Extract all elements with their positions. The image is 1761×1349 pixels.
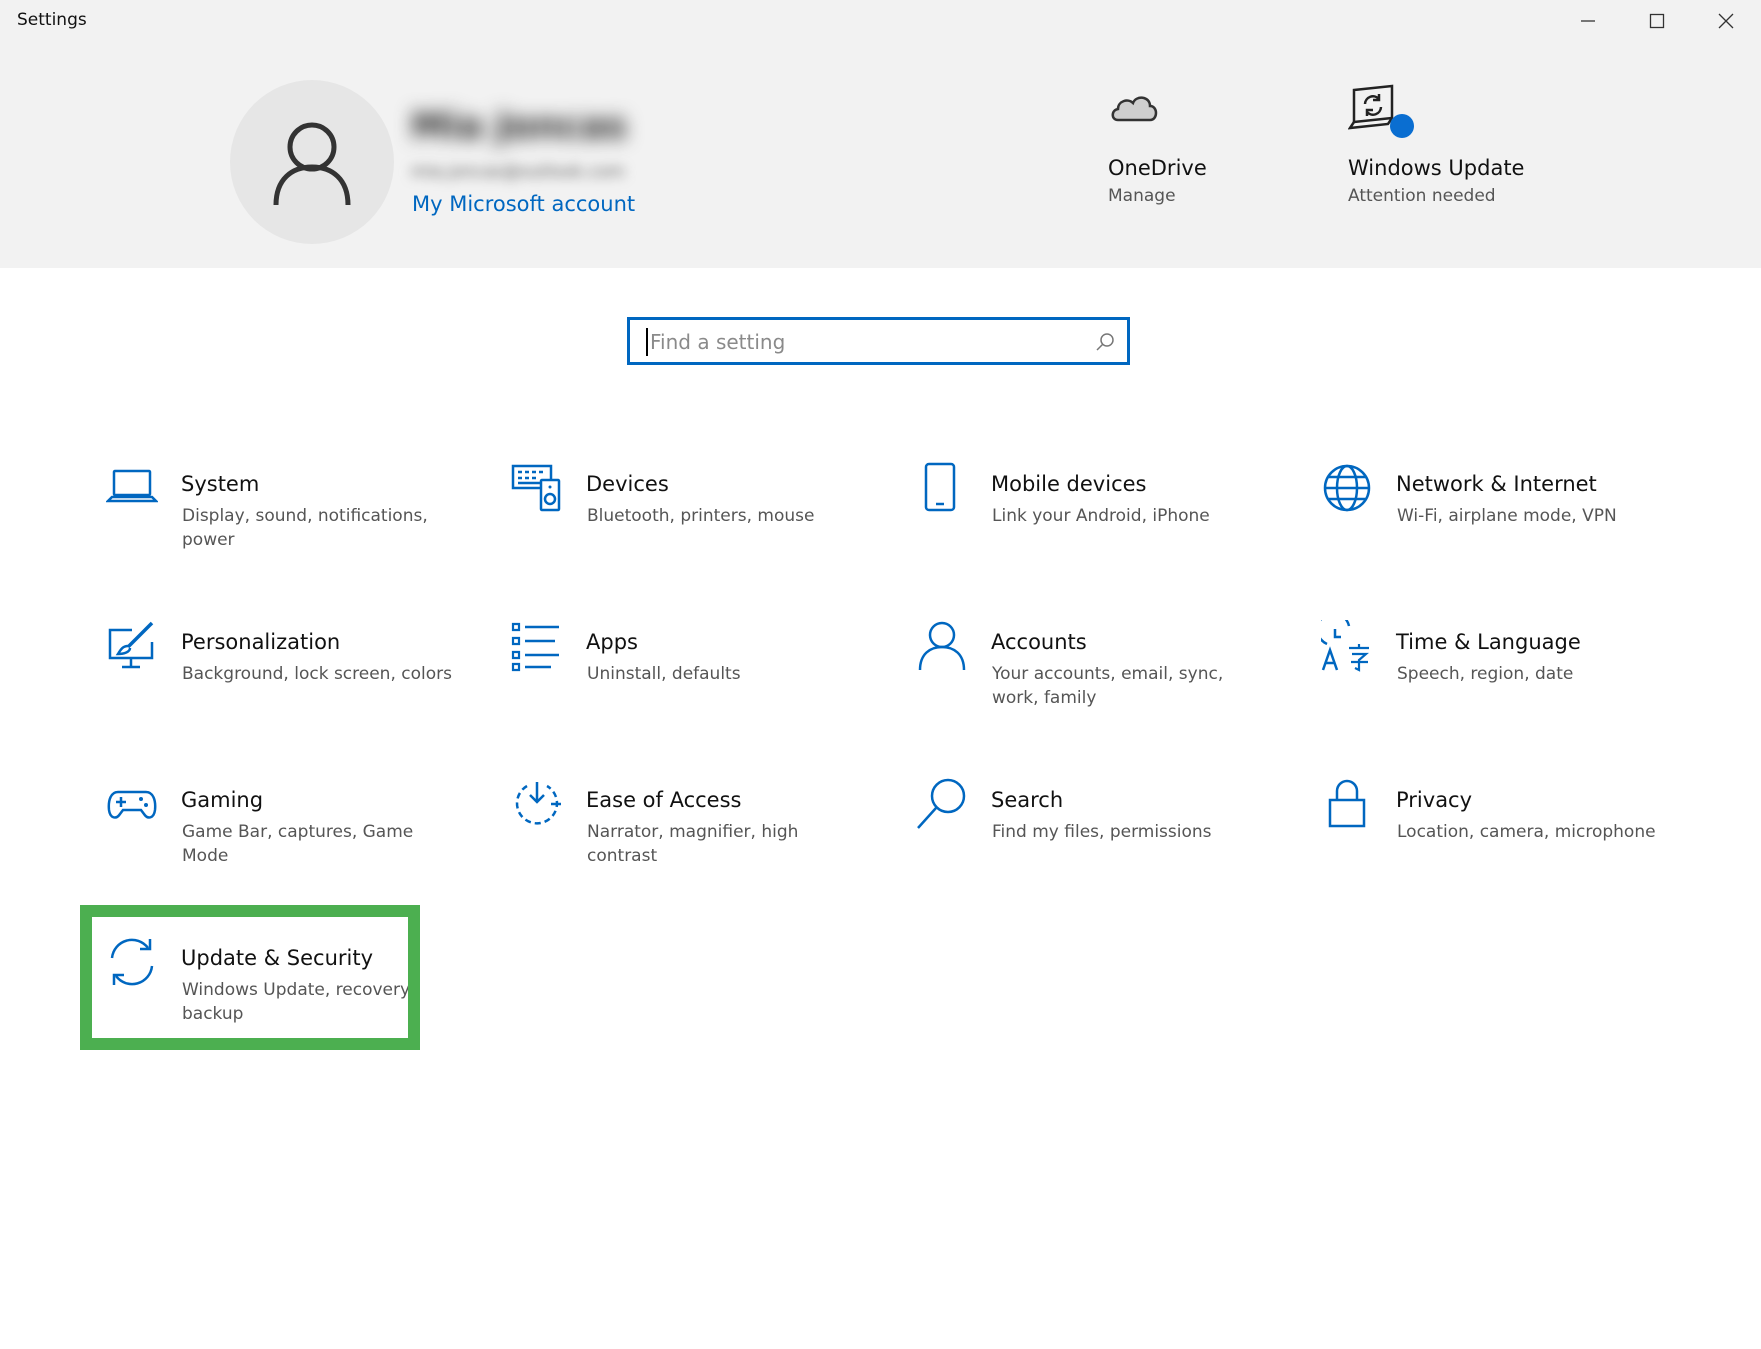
tile-time-language[interactable]: Time & Language Speech, region, date (1316, 612, 1681, 740)
minimize-button[interactable] (1555, 0, 1621, 42)
globe-icon (1321, 462, 1373, 514)
tile-title: Apps (586, 630, 638, 654)
tile-description: Bluetooth, printers, mouse (587, 506, 815, 526)
person-icon (916, 620, 968, 672)
tile-description: Your accounts, email, sync, work, family (992, 664, 1224, 708)
time-language-icon (1316, 612, 1373, 672)
tile-gaming[interactable]: Gaming Game Bar, captures, Game Mode (106, 778, 466, 898)
tile-search[interactable]: Search Find my files, permissions (916, 778, 1276, 898)
onedrive-subtitle: Manage (1108, 186, 1176, 206)
tile-apps[interactable]: Apps Uninstall, defaults (511, 620, 871, 740)
maximize-icon (1649, 13, 1665, 29)
highlight-box (80, 905, 420, 1050)
search-input[interactable] (646, 328, 1092, 356)
onedrive-quick-link[interactable]: OneDrive Manage (1108, 82, 1207, 206)
user-avatar-icon (273, 122, 351, 206)
app-title: Settings (17, 10, 87, 30)
tile-title: Search (991, 788, 1064, 812)
tile-description: Uninstall, defaults (587, 664, 741, 684)
devices-icon (511, 462, 563, 514)
tile-accounts[interactable]: Accounts Your accounts, email, sync, wor… (916, 620, 1276, 740)
tile-description: Link your Android, iPhone (992, 506, 1210, 526)
user-name: Mia Joncas (411, 106, 627, 147)
cloud-icon (1108, 82, 1172, 146)
tile-title: Mobile devices (991, 472, 1147, 496)
laptop-icon (104, 462, 160, 514)
tile-description: Display, sound, notifications, power (182, 506, 428, 550)
tile-title: Privacy (1396, 788, 1473, 812)
windows-update-title: Windows Update (1348, 156, 1525, 180)
tile-description: Speech, region, date (1397, 664, 1574, 684)
phone-icon (916, 462, 968, 514)
onedrive-title: OneDrive (1108, 156, 1207, 180)
magnifier-icon (916, 778, 968, 830)
windows-update-quick-link[interactable]: Windows Update Attention needed (1348, 82, 1524, 206)
tile-description: Location, camera, microphone (1397, 822, 1656, 842)
apps-list-icon (511, 620, 563, 672)
tile-description: Find my files, permissions (992, 822, 1212, 842)
tile-title: Time & Language (1396, 630, 1581, 654)
tile-title: Network & Internet (1396, 472, 1597, 496)
tile-ease-of-access[interactable]: Ease of Access Narrator, magnifier, high… (511, 778, 871, 898)
windows-update-subtitle: Attention needed (1348, 186, 1496, 206)
paint-icon (106, 620, 158, 672)
tile-devices[interactable]: Devices Bluetooth, printers, mouse (511, 462, 871, 582)
gamepad-icon (106, 778, 158, 830)
my-microsoft-account-link[interactable]: My Microsoft account (412, 192, 635, 216)
close-icon (1718, 13, 1734, 29)
tile-title: Personalization (181, 630, 341, 654)
tile-mobile-devices[interactable]: Mobile devices Link your Android, iPhone (916, 462, 1276, 582)
tile-title: Accounts (991, 630, 1087, 654)
tile-description: Game Bar, captures, Game Mode (182, 822, 414, 866)
ease-of-access-icon (511, 778, 563, 830)
tile-description: Background, lock screen, colors (182, 664, 452, 684)
tile-title: Devices (586, 472, 669, 496)
user-email: mia.joncas@outlook.com (411, 162, 625, 182)
attention-badge (1390, 114, 1414, 138)
account-header: Mia Joncas mia.joncas@outlook.com My Mic… (0, 42, 1761, 268)
tile-network-internet[interactable]: Network & Internet Wi-Fi, airplane mode,… (1321, 462, 1681, 582)
avatar[interactable] (230, 80, 394, 244)
tile-privacy[interactable]: Privacy Location, camera, microphone (1321, 778, 1681, 898)
tile-title: System (181, 472, 260, 496)
tile-description: Wi-Fi, airplane mode, VPN (1397, 506, 1617, 526)
search-icon[interactable] (1095, 332, 1115, 352)
maximize-button[interactable] (1624, 0, 1690, 42)
minimize-icon (1581, 20, 1595, 22)
search-box[interactable] (627, 317, 1130, 365)
tile-title: Gaming (181, 788, 264, 812)
title-bar: Settings (0, 0, 1761, 42)
windows-update-icon (1348, 82, 1414, 146)
tile-personalization[interactable]: Personalization Background, lock screen,… (106, 620, 466, 740)
tile-title: Ease of Access (586, 788, 742, 812)
tile-system[interactable]: System Display, sound, notifications, po… (104, 462, 466, 582)
tile-description: Narrator, magnifier, high contrast (587, 822, 799, 866)
lock-icon (1321, 778, 1373, 830)
close-button[interactable] (1693, 0, 1759, 42)
